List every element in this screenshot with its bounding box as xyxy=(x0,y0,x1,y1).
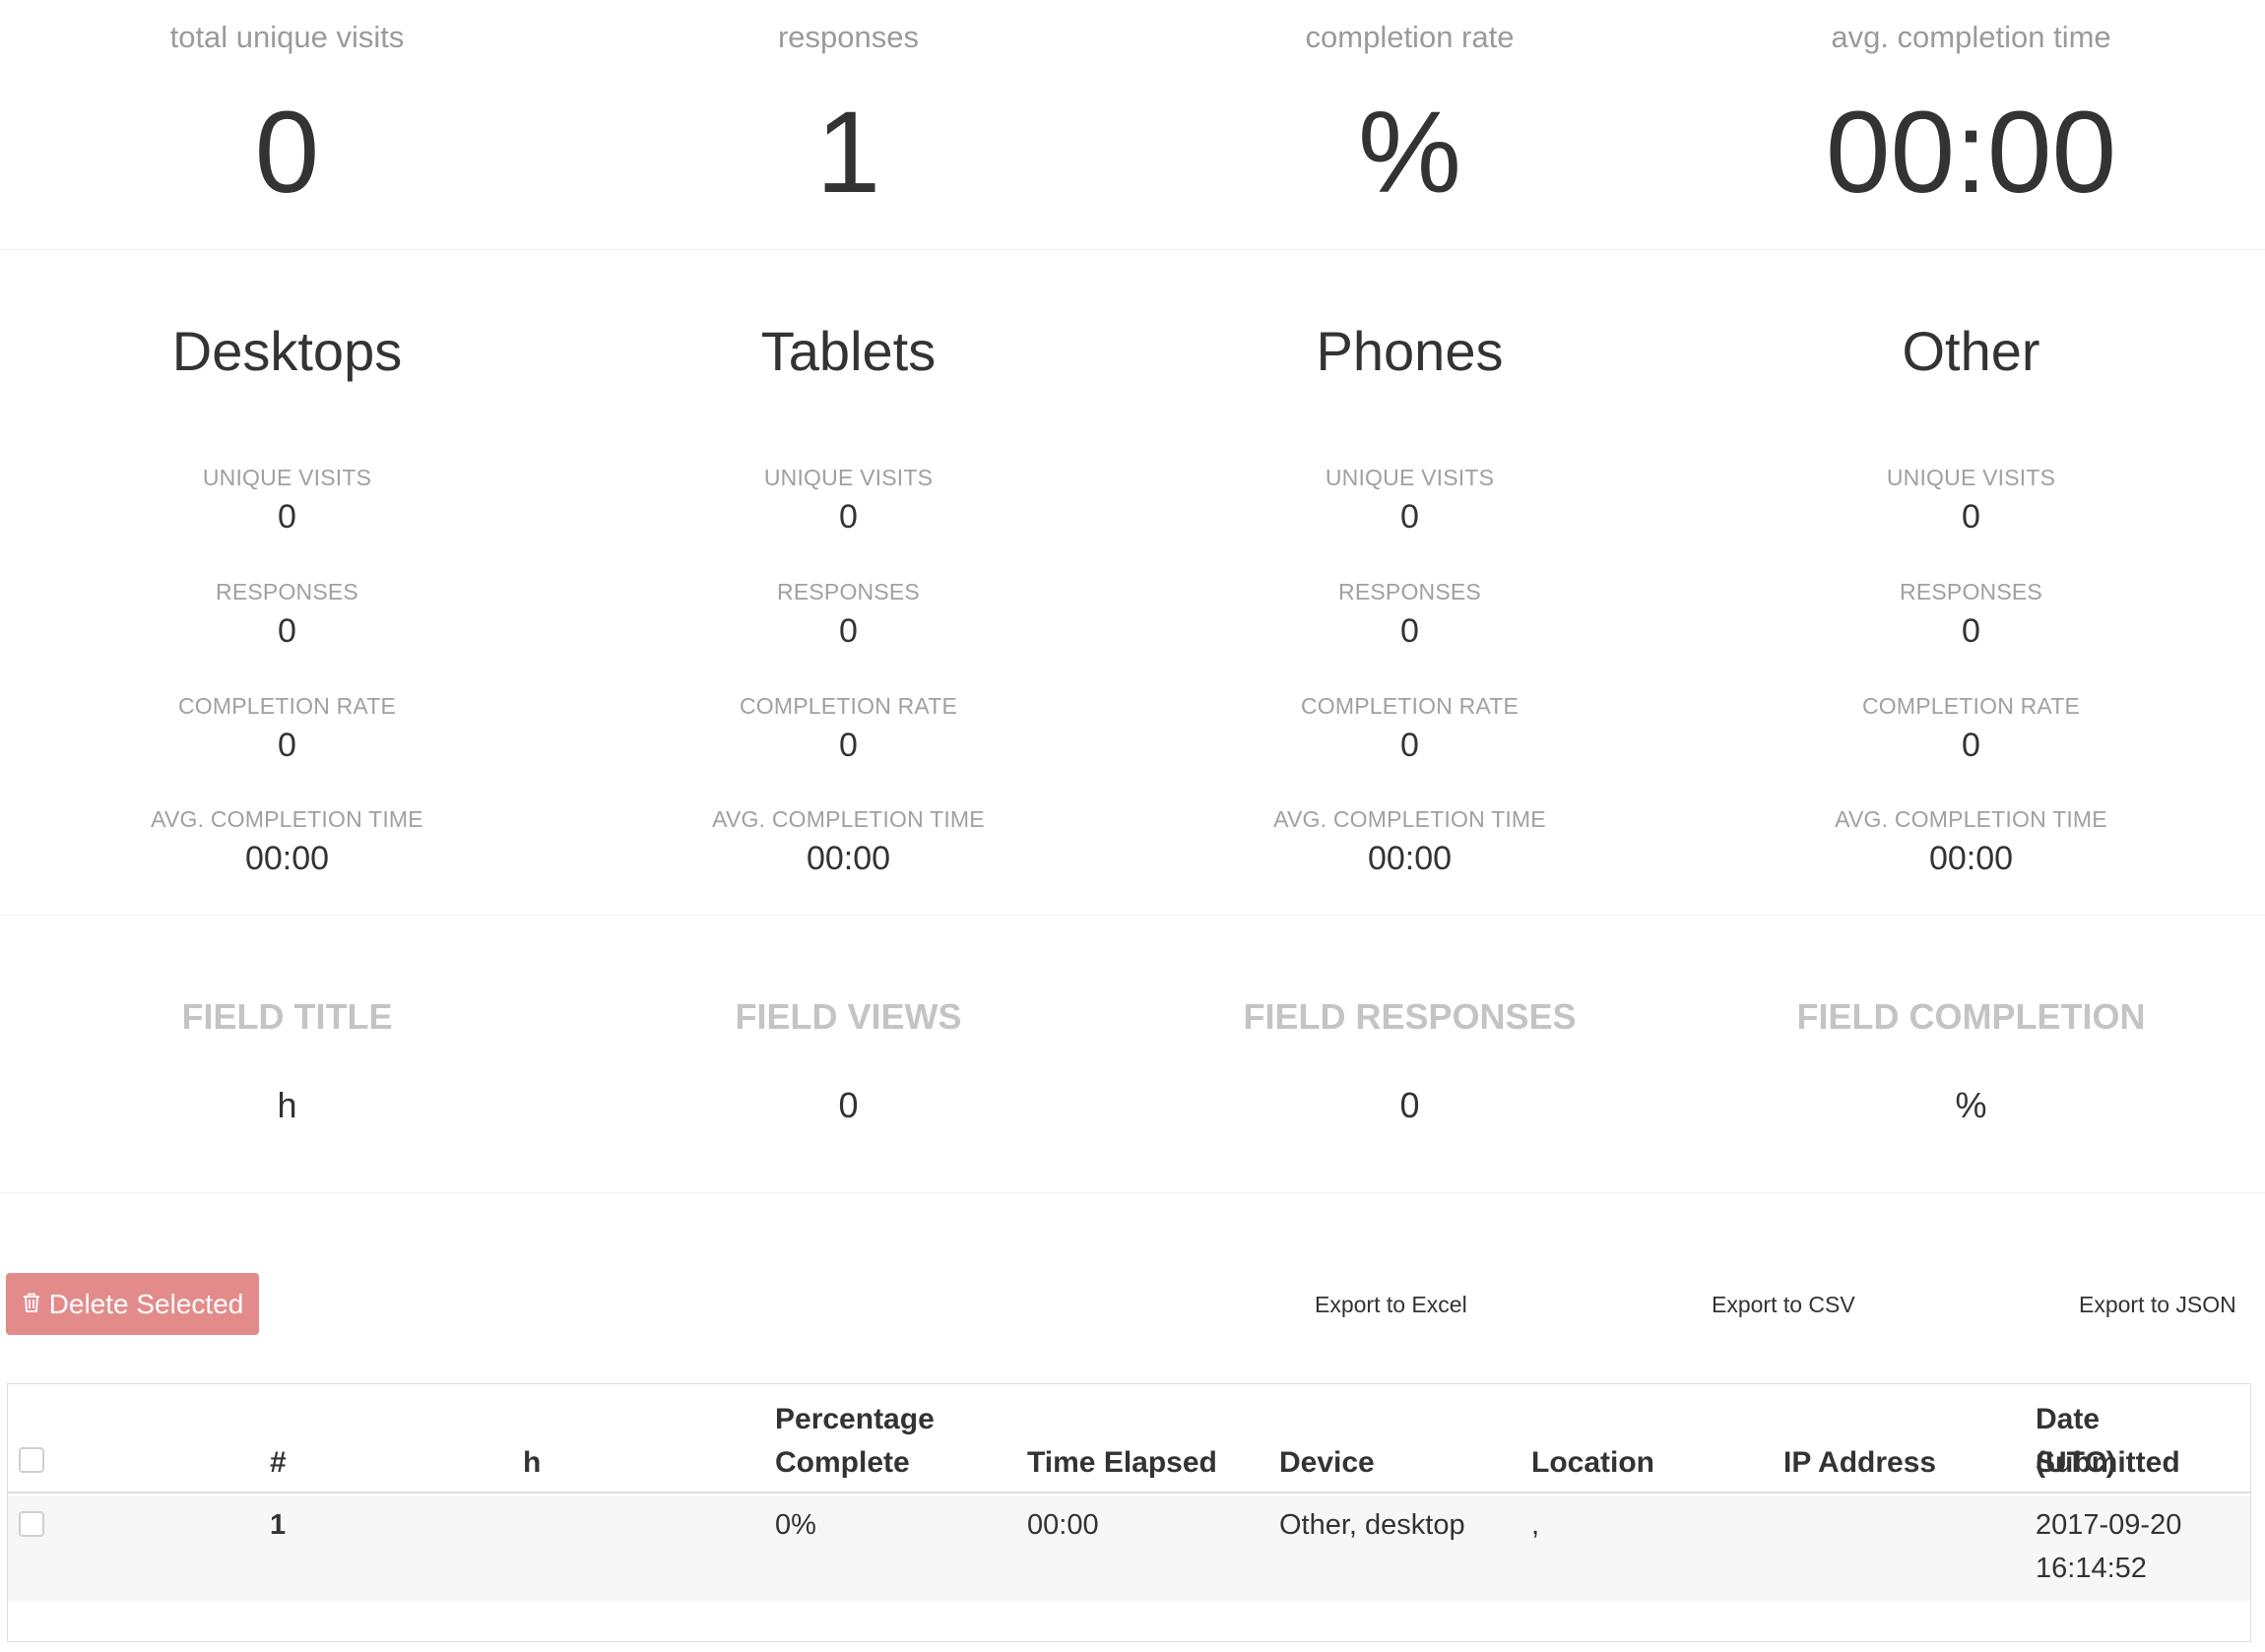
stat-label: RESPONSES xyxy=(777,579,920,604)
stat-value: 0 xyxy=(1400,612,1419,650)
cell-date-line2: 16:14:52 xyxy=(2036,1553,2147,1584)
stat-value: 0 xyxy=(1962,727,1980,764)
stat-value: 0 xyxy=(839,498,858,536)
delete-selected-label: Delete Selected xyxy=(48,1288,244,1319)
device-title: Other xyxy=(1902,320,2040,382)
field-completion-column: FIELD COMPLETION % xyxy=(1688,916,2254,1193)
export-json-link[interactable]: Export to JSON xyxy=(2079,1292,2236,1318)
device-tablets: Tablets UNIQUE VISITS 0 RESPONSES 0 COMP… xyxy=(565,250,1132,916)
column-header-date-line2[interactable]: (UTC) xyxy=(2036,1441,2116,1485)
stat-label: AVG. COMPLETION TIME xyxy=(712,806,985,832)
stat-label: RESPONSES xyxy=(216,579,358,604)
cell-percentage: 0% xyxy=(775,1509,816,1541)
submissions-table: # h Percentage Complete Time Elapsed Dev… xyxy=(7,1383,2251,1642)
field-value: h xyxy=(277,1085,297,1125)
stat-label: AVG. COMPLETION TIME xyxy=(1273,806,1546,832)
summary-avg-time: avg. completion time 00:00 xyxy=(1688,0,2254,250)
summary-value: 1 xyxy=(815,88,881,218)
stat-label: COMPLETION RATE xyxy=(1861,693,2081,719)
stat-label: RESPONSES xyxy=(1900,579,2042,604)
cell-location: , xyxy=(1531,1509,1540,1541)
field-header: FIELD VIEWS xyxy=(735,996,962,1037)
column-header-number[interactable]: # xyxy=(270,1441,287,1485)
trash-icon xyxy=(22,1289,41,1320)
stat-label: UNIQUE VISITS xyxy=(763,465,934,490)
stat-value: 0 xyxy=(278,498,296,536)
column-header-percentage-line1[interactable]: Percentage xyxy=(775,1398,935,1441)
summary-total-visits: total unique visits 0 xyxy=(4,0,570,250)
device-title: Phones xyxy=(1316,320,1504,382)
cell-device: Other, desktop xyxy=(1279,1509,1465,1541)
device-desktops: Desktops UNIQUE VISITS 0 RESPONSES 0 COM… xyxy=(4,250,570,916)
field-value: 0 xyxy=(838,1085,859,1125)
device-title: Tablets xyxy=(760,320,937,382)
stat-label: UNIQUE VISITS xyxy=(1886,465,2056,490)
stat-value: 00:00 xyxy=(806,840,891,877)
stat-value: 0 xyxy=(1400,498,1419,536)
stat-value: 00:00 xyxy=(1928,840,2014,877)
cell-date-line1: 2017-09-20 xyxy=(2036,1509,2182,1541)
field-views-column: FIELD VIEWS 0 xyxy=(565,916,1132,1193)
device-phones: Phones UNIQUE VISITS 0 RESPONSES 0 COMPL… xyxy=(1127,250,1693,916)
stat-value: 0 xyxy=(839,612,858,650)
column-header-time-elapsed[interactable]: Time Elapsed xyxy=(1027,1441,1217,1485)
column-header-percentage-line2[interactable]: Complete xyxy=(775,1441,910,1485)
summary-value: % xyxy=(1358,88,1461,218)
field-value: % xyxy=(1955,1085,1987,1125)
summary-label: total unique visits xyxy=(169,20,405,54)
device-other: Other UNIQUE VISITS 0 RESPONSES 0 COMPLE… xyxy=(1688,250,2254,916)
stat-value: 0 xyxy=(1962,498,1980,536)
stat-value: 00:00 xyxy=(244,840,330,877)
row-select-checkbox[interactable] xyxy=(19,1511,44,1537)
summary-value: 00:00 xyxy=(1825,88,2117,218)
table-header-row: # h Percentage Complete Time Elapsed Dev… xyxy=(8,1384,2250,1493)
column-header-device[interactable]: Device xyxy=(1279,1441,1375,1485)
export-excel-link[interactable]: Export to Excel xyxy=(1315,1292,1467,1318)
field-title-column: FIELD TITLE h xyxy=(4,916,570,1193)
stat-label: AVG. COMPLETION TIME xyxy=(151,806,423,832)
stat-label: COMPLETION RATE xyxy=(177,693,397,719)
field-header: FIELD RESPONSES xyxy=(1243,996,1577,1037)
summary-value: 0 xyxy=(254,88,320,218)
stat-value: 0 xyxy=(1400,727,1419,764)
cell-number: 1 xyxy=(270,1509,287,1541)
summary-label: responses xyxy=(777,20,920,54)
field-responses-column: FIELD RESPONSES 0 xyxy=(1127,916,1693,1193)
field-header: FIELD COMPLETION xyxy=(1796,996,2146,1037)
stat-label: RESPONSES xyxy=(1338,579,1481,604)
export-csv-link[interactable]: Export to CSV xyxy=(1712,1292,1855,1318)
column-header-location[interactable]: Location xyxy=(1531,1441,1654,1485)
summary-completion-rate: completion rate % xyxy=(1127,0,1693,250)
stat-label: COMPLETION RATE xyxy=(739,693,958,719)
stat-value: 0 xyxy=(278,612,296,650)
stat-label: UNIQUE VISITS xyxy=(202,465,372,490)
stat-value: 0 xyxy=(1962,612,1980,650)
analytics-page: total unique visits 0 responses 1 comple… xyxy=(0,0,2265,1652)
delete-selected-button[interactable]: Delete Selected xyxy=(6,1273,259,1335)
field-stats: FIELD TITLE h FIELD VIEWS 0 FIELD RESPON… xyxy=(0,916,2265,1193)
stat-label: AVG. COMPLETION TIME xyxy=(1835,806,2107,832)
stat-label: COMPLETION RATE xyxy=(1300,693,1520,719)
column-header-h[interactable]: h xyxy=(523,1441,541,1485)
column-header-ip-address[interactable]: IP Address xyxy=(1783,1441,1936,1485)
device-breakdown: Desktops UNIQUE VISITS 0 RESPONSES 0 COM… xyxy=(0,250,2265,916)
table-row[interactable]: 1 0% 00:00 Other, desktop , 2017-09-20 1… xyxy=(8,1495,2250,1602)
summary-row: total unique visits 0 responses 1 comple… xyxy=(0,0,2265,250)
field-value: 0 xyxy=(1399,1085,1420,1125)
cell-time-elapsed: 00:00 xyxy=(1027,1509,1099,1541)
stat-value: 0 xyxy=(278,727,296,764)
summary-responses: responses 1 xyxy=(565,0,1132,250)
stat-value: 0 xyxy=(839,727,858,764)
stat-label: UNIQUE VISITS xyxy=(1325,465,1495,490)
select-all-checkbox[interactable] xyxy=(19,1447,44,1473)
device-title: Desktops xyxy=(171,320,403,382)
stat-value: 00:00 xyxy=(1367,840,1453,877)
summary-label: avg. completion time xyxy=(1831,20,2111,54)
field-header: FIELD TITLE xyxy=(181,996,393,1037)
summary-label: completion rate xyxy=(1305,20,1515,54)
